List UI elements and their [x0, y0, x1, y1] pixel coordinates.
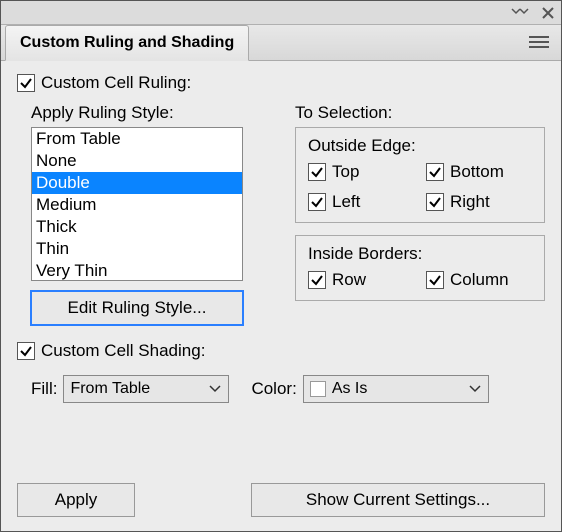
list-item[interactable]: From Table [32, 128, 242, 150]
custom-cell-shading-row: Custom Cell Shading: [17, 341, 545, 361]
ruling-style-listbox[interactable]: From TableNoneDoubleMediumThickThinVery … [31, 127, 243, 281]
dialog-window: Custom Ruling and Shading Custom Cell Ru… [0, 0, 562, 532]
chevron-down-icon [208, 385, 222, 393]
outside-edge-group: Outside Edge: Top Bottom [295, 127, 545, 223]
collapse-icon[interactable] [511, 8, 529, 18]
ruling-columns: Apply Ruling Style: From TableNoneDouble… [31, 103, 545, 325]
color-value: As Is [332, 380, 462, 398]
inside-column-checkbox[interactable] [426, 271, 444, 289]
apply-button-label: Apply [55, 490, 98, 510]
custom-cell-shading-label: Custom Cell Shading: [41, 341, 205, 361]
tab-row: Custom Ruling and Shading [1, 25, 561, 61]
ruling-left-col: Apply Ruling Style: From TableNoneDouble… [31, 103, 271, 325]
chevron-down-icon [468, 385, 482, 393]
show-current-settings-button[interactable]: Show Current Settings... [251, 483, 545, 517]
outside-left-label: Left [332, 192, 360, 212]
color-combo[interactable]: As Is [303, 375, 489, 403]
show-current-settings-label: Show Current Settings... [306, 490, 490, 510]
check-icon [19, 344, 33, 358]
to-selection-label: To Selection: [295, 103, 545, 123]
custom-cell-ruling-checkbox[interactable] [17, 74, 35, 92]
list-item[interactable]: Thin [32, 238, 242, 260]
inside-row-checkbox[interactable] [308, 271, 326, 289]
outside-edge-legend: Outside Edge: [308, 136, 532, 156]
check-icon [19, 76, 33, 90]
tab-label: Custom Ruling and Shading [20, 34, 234, 52]
dialog-body: Custom Cell Ruling: Apply Ruling Style: … [1, 61, 561, 531]
list-item[interactable]: Thick [32, 216, 242, 238]
list-item[interactable]: Medium [32, 194, 242, 216]
inside-borders-group: Inside Borders: Row Column [295, 235, 545, 301]
apply-ruling-style-label: Apply Ruling Style: [31, 103, 271, 123]
custom-cell-ruling-label: Custom Cell Ruling: [41, 73, 191, 93]
check-icon [310, 195, 324, 209]
check-icon [428, 195, 442, 209]
outside-bottom-checkbox[interactable] [426, 163, 444, 181]
inside-borders-legend: Inside Borders: [308, 244, 532, 264]
check-icon [428, 165, 442, 179]
check-icon [428, 273, 442, 287]
custom-cell-shading-checkbox[interactable] [17, 342, 35, 360]
outside-right-label: Right [450, 192, 490, 212]
ruling-right-col: To Selection: Outside Edge: Top [295, 103, 545, 325]
custom-cell-ruling-row: Custom Cell Ruling: [17, 73, 545, 93]
shading-controls-row: Fill: From Table Color: As Is [31, 375, 545, 403]
titlebar [1, 1, 561, 25]
outside-left-checkbox[interactable] [308, 193, 326, 211]
panel-menu-button[interactable] [517, 24, 561, 60]
fill-value: From Table [70, 380, 202, 398]
close-icon[interactable] [541, 6, 555, 20]
check-icon [310, 273, 324, 287]
outside-top-checkbox[interactable] [308, 163, 326, 181]
edit-ruling-style-label: Edit Ruling Style... [68, 298, 207, 318]
menu-icon [529, 35, 549, 49]
color-swatch [310, 381, 326, 397]
list-item[interactable]: None [32, 150, 242, 172]
fill-label: Fill: [31, 379, 57, 399]
tab-custom-ruling-shading[interactable]: Custom Ruling and Shading [5, 25, 249, 61]
fill-combo[interactable]: From Table [63, 375, 229, 403]
check-icon [310, 165, 324, 179]
footer-row: Apply Show Current Settings... [17, 483, 545, 517]
outside-top-label: Top [332, 162, 359, 182]
edit-ruling-style-button[interactable]: Edit Ruling Style... [31, 291, 243, 325]
color-label: Color: [251, 379, 296, 399]
outside-right-checkbox[interactable] [426, 193, 444, 211]
list-item[interactable]: Very Thin [32, 260, 242, 281]
list-item[interactable]: Double [32, 172, 242, 194]
apply-button[interactable]: Apply [17, 483, 135, 517]
outside-bottom-label: Bottom [450, 162, 504, 182]
inside-column-label: Column [450, 270, 509, 290]
inside-row-label: Row [332, 270, 366, 290]
